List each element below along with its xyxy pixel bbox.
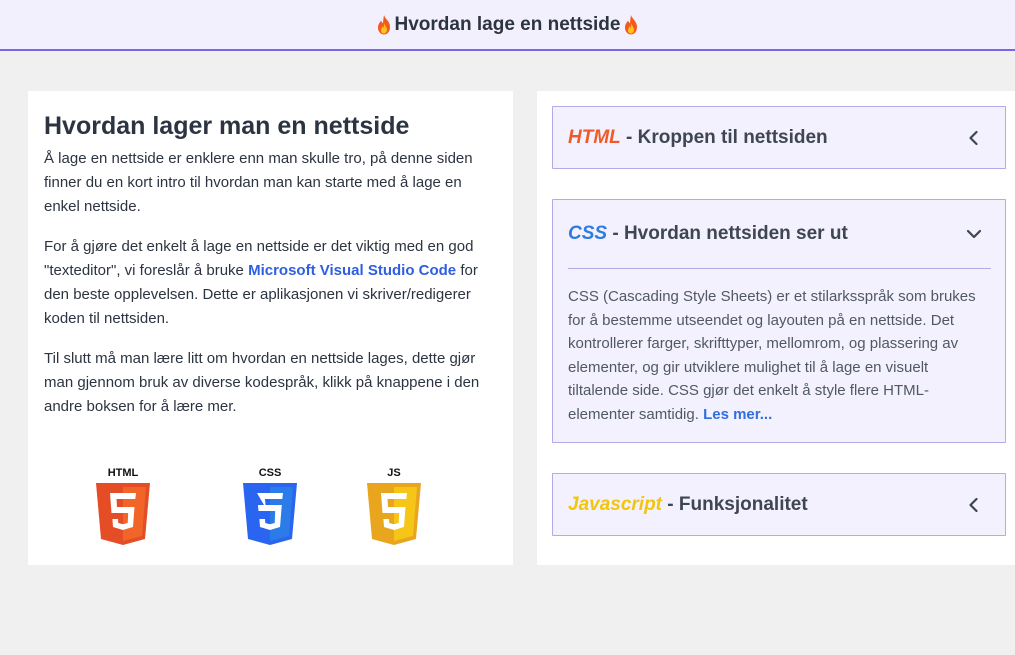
css3-logo-label: CSS xyxy=(259,467,282,479)
intro-card: Hvordan lager man en nettside Å lage en … xyxy=(28,91,513,565)
accordion-keyword-html: HTML xyxy=(568,127,621,148)
accordion-subtitle-javascript: - Funksjonalitet xyxy=(662,494,808,515)
intro-paragraph-2: For å gjøre det enkelt å lage en nettsid… xyxy=(44,235,497,331)
js-logo-label: JS xyxy=(387,467,400,479)
intro-paragraph-3: Til slutt må man lære litt om hvordan en… xyxy=(44,350,480,415)
chevron-left-icon[interactable] xyxy=(965,496,983,514)
html5-logo-label: HTML xyxy=(108,467,139,479)
accordion-subtitle-html: - Kroppen til nettsiden xyxy=(620,127,828,148)
accordion-title-javascript: Javascript - Funksjonalitet xyxy=(568,494,808,516)
intro-title: Hvordan lager man en nettside xyxy=(44,112,410,140)
languages-card: HTML - Kroppen til nettsiden CSS - Hvord… xyxy=(537,91,1015,565)
js-logo: JS xyxy=(367,467,421,545)
intro-paragraph-1: Å lage en nettside er enklere enn man sk… xyxy=(44,150,473,215)
html5-logo: HTML xyxy=(96,467,150,545)
fire-icon xyxy=(625,14,638,34)
accordion-item-css: CSS - Hvordan nettsiden ser ut CSS (Casc… xyxy=(552,199,1006,443)
accordion-subtitle-css: - Hvordan nettsiden ser ut xyxy=(607,223,848,244)
accordion-keyword-css: CSS xyxy=(568,223,608,244)
vscode-link[interactable]: Microsoft Visual Studio Code xyxy=(248,262,456,279)
accordion-header-javascript[interactable]: Javascript - Funksjonalitet xyxy=(553,474,1005,536)
read-more-link[interactable]: Les mer... xyxy=(703,406,772,423)
accordion-body-css: CSS (Cascading Style Sheets) er et stila… xyxy=(553,269,1005,426)
page-header-title: Hvordan lage en nettside xyxy=(394,13,621,35)
accordion-title-css: CSS - Hvordan nettsiden ser ut xyxy=(568,223,848,245)
site-header: Hvordan lage en nettside xyxy=(0,0,1015,51)
css3-logo: CSS xyxy=(243,467,297,545)
accordion-header-html[interactable]: HTML - Kroppen til nettsiden xyxy=(553,107,1005,169)
header-title-wrap: Hvordan lage en nettside xyxy=(376,14,640,36)
accordion-item-javascript: Javascript - Funksjonalitet xyxy=(552,473,1006,536)
chevron-left-icon[interactable] xyxy=(965,129,983,147)
chevron-down-icon[interactable] xyxy=(965,225,983,243)
css-description: CSS (Cascading Style Sheets) er et stila… xyxy=(568,288,976,423)
accordion-keyword-javascript: Javascript xyxy=(568,494,663,515)
accordion-title-html: HTML - Kroppen til nettsiden xyxy=(568,127,828,149)
accordion-header-css[interactable]: CSS - Hvordan nettsiden ser ut xyxy=(553,200,1005,268)
fire-icon xyxy=(377,14,390,34)
accordion-item-html: HTML - Kroppen til nettsiden xyxy=(552,106,1006,169)
